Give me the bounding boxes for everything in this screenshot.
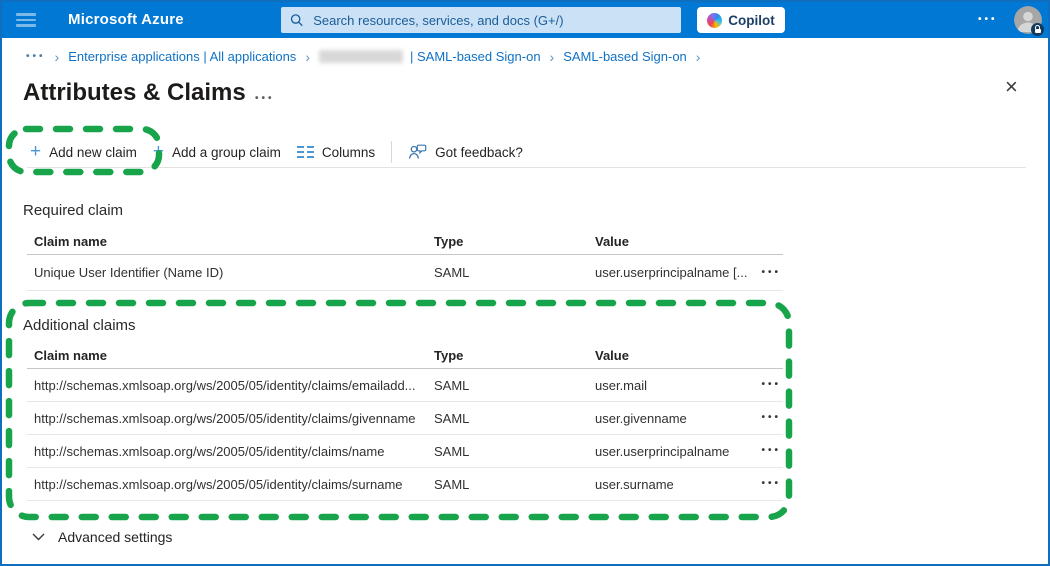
breadcrumb-saml-signon[interactable]: SAML-based Sign-on <box>563 49 687 64</box>
claim-value-cell: user.surname <box>595 477 753 492</box>
breadcrumb-app-suffix: | SAML-based Sign-on <box>410 49 541 64</box>
global-search-box[interactable] <box>281 7 681 33</box>
table-row[interactable]: http://schemas.xmlsoap.org/ws/2005/05/id… <box>27 435 783 468</box>
claim-type-cell: SAML <box>434 411 595 426</box>
got-feedback-label: Got feedback? <box>435 145 523 160</box>
row-menu-icon[interactable]: ••• <box>753 479 783 489</box>
claim-name-cell: Unique User Identifier (Name ID) <box>27 265 434 280</box>
breadcrumb-separator: › <box>550 49 555 65</box>
claim-type-cell: SAML <box>434 378 595 393</box>
required-claim-heading: Required claim <box>23 202 123 219</box>
columns-label: Columns <box>322 145 375 160</box>
page-title: Attributes & Claims <box>23 79 246 107</box>
plus-icon: + <box>153 142 164 161</box>
brand-title[interactable]: Microsoft Azure <box>68 11 184 28</box>
lock-badge-icon <box>1031 23 1044 36</box>
claim-name-cell: http://schemas.xmlsoap.org/ws/2005/05/id… <box>27 477 434 492</box>
chevron-down-icon <box>32 533 45 541</box>
row-menu-icon[interactable]: ••• <box>753 268 783 278</box>
claim-name-cell: http://schemas.xmlsoap.org/ws/2005/05/id… <box>27 378 434 393</box>
add-new-claim-button[interactable]: + Add new claim <box>30 144 137 161</box>
column-header-type: Type <box>434 348 595 363</box>
columns-icon <box>297 146 314 158</box>
got-feedback-button[interactable]: Got feedback? <box>408 144 523 160</box>
breadcrumb-redacted-app-name <box>319 50 403 63</box>
claim-value-cell: user.userprincipalname [... <box>595 265 753 280</box>
command-bar: + Add new claim + Add a group claim Colu… <box>30 138 523 166</box>
breadcrumb-collapsed-icon[interactable]: ••• <box>26 52 46 62</box>
toolbar-divider <box>391 141 392 163</box>
page-title-more-icon[interactable]: ••• <box>255 94 275 104</box>
advanced-settings-toggle[interactable]: Advanced settings <box>32 529 172 545</box>
plus-icon: + <box>30 142 41 161</box>
claim-value-cell: user.userprincipalname <box>595 444 753 459</box>
advanced-settings-label: Advanced settings <box>58 529 172 545</box>
table-header-row: Claim name Type Value <box>27 229 783 255</box>
hamburger-menu-icon[interactable] <box>16 13 36 27</box>
row-menu-icon[interactable]: ••• <box>753 413 783 423</box>
account-avatar[interactable] <box>1014 6 1042 34</box>
table-row[interactable]: http://schemas.xmlsoap.org/ws/2005/05/id… <box>27 468 783 501</box>
close-icon[interactable]: × <box>1005 76 1018 98</box>
table-header-row: Claim name Type Value <box>27 343 783 369</box>
breadcrumb-separator: › <box>55 49 60 65</box>
copilot-label: Copilot <box>728 13 775 28</box>
add-new-claim-label: Add new claim <box>49 145 137 160</box>
breadcrumb: ••• › Enterprise applications | All appl… <box>2 38 1048 75</box>
row-menu-icon[interactable]: ••• <box>753 380 783 390</box>
column-header-claim-name: Claim name <box>27 348 434 363</box>
claim-type-cell: SAML <box>434 444 595 459</box>
claim-value-cell: user.mail <box>595 378 753 393</box>
breadcrumb-app-saml-signon[interactable]: | SAML-based Sign-on <box>319 49 541 64</box>
row-menu-icon[interactable]: ••• <box>753 446 783 456</box>
table-row[interactable]: http://schemas.xmlsoap.org/ws/2005/05/id… <box>27 369 783 402</box>
copilot-icon <box>707 13 722 28</box>
claim-name-cell: http://schemas.xmlsoap.org/ws/2005/05/id… <box>27 411 434 426</box>
azure-portal-window: Microsoft Azure Copilot ••• <box>0 0 1050 566</box>
table-row[interactable]: http://schemas.xmlsoap.org/ws/2005/05/id… <box>27 402 783 435</box>
breadcrumb-separator: › <box>696 49 701 65</box>
claim-name-cell: http://schemas.xmlsoap.org/ws/2005/05/id… <box>27 444 434 459</box>
required-claim-table: Claim name Type Value Unique User Identi… <box>27 229 783 291</box>
column-header-claim-name: Claim name <box>27 234 434 249</box>
breadcrumb-enterprise-applications[interactable]: Enterprise applications | All applicatio… <box>68 49 296 64</box>
breadcrumb-separator: › <box>305 49 310 65</box>
toolbar-separator-line <box>27 167 1026 168</box>
column-header-type: Type <box>434 234 595 249</box>
feedback-person-icon <box>408 144 427 160</box>
column-header-value: Value <box>595 234 753 249</box>
search-icon <box>290 13 303 27</box>
additional-claims-heading: Additional claims <box>23 317 136 334</box>
column-header-value: Value <box>595 348 753 363</box>
table-row[interactable]: Unique User Identifier (Name ID) SAML us… <box>27 255 783 291</box>
top-bar: Microsoft Azure Copilot ••• <box>2 2 1048 38</box>
claim-type-cell: SAML <box>434 265 595 280</box>
add-group-claim-label: Add a group claim <box>172 145 281 160</box>
claim-type-cell: SAML <box>434 477 595 492</box>
columns-button[interactable]: Columns <box>297 145 375 160</box>
topbar-more-icon[interactable]: ••• <box>978 15 998 25</box>
copilot-button[interactable]: Copilot <box>697 7 785 33</box>
additional-claims-table: Claim name Type Value http://schemas.xml… <box>27 343 783 501</box>
claim-value-cell: user.givenname <box>595 411 753 426</box>
search-input[interactable] <box>311 12 672 29</box>
add-group-claim-button[interactable]: + Add a group claim <box>153 144 281 161</box>
